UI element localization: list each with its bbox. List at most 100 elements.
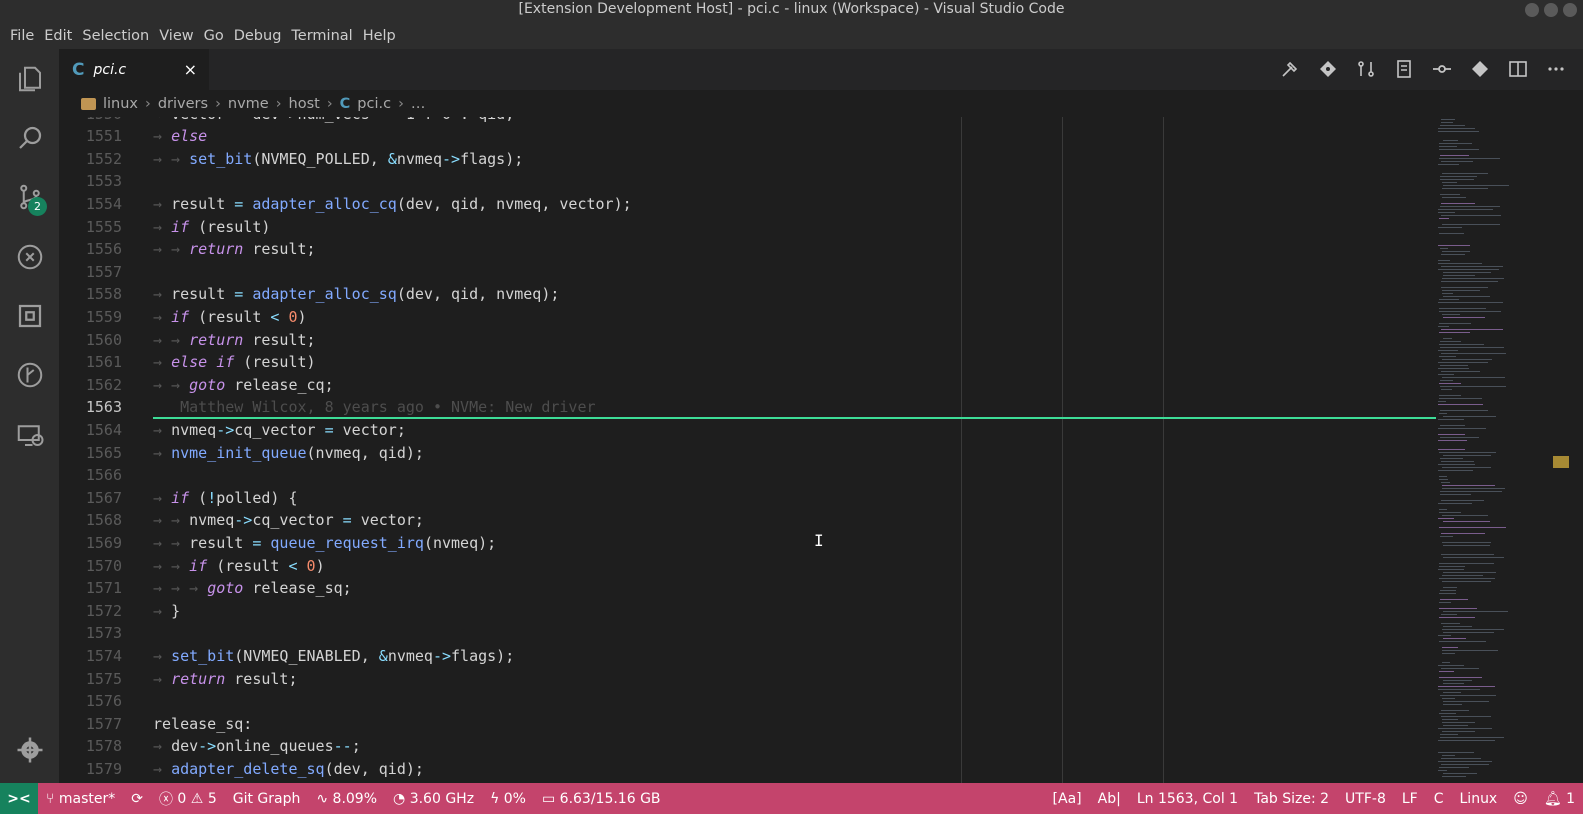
match-word-toggle[interactable]: Ab| bbox=[1090, 791, 1129, 807]
extensions-icon[interactable] bbox=[0, 290, 59, 342]
code-line[interactable]: 1579 → adapter_delete_sq(dev, qid); bbox=[59, 758, 1435, 781]
code-line[interactable]: 1576 bbox=[59, 690, 1435, 713]
minimap-line bbox=[1441, 764, 1489, 765]
code-line[interactable]: 1577 release_sq: bbox=[59, 713, 1435, 736]
minimap-line bbox=[1443, 626, 1472, 627]
minimap-line bbox=[1441, 758, 1481, 759]
search-icon[interactable] bbox=[0, 112, 59, 164]
language-mode[interactable]: C bbox=[1426, 791, 1452, 807]
breadcrumb-host[interactable]: host bbox=[289, 96, 320, 112]
code-line[interactable]: 1575 → return result; bbox=[59, 668, 1435, 691]
menu-edit[interactable]: Edit bbox=[39, 28, 77, 44]
menu-file[interactable]: File bbox=[5, 28, 39, 44]
code-line[interactable]: 1564 → nvmeq->cq_vector = vector; bbox=[59, 419, 1435, 442]
code-line[interactable]: 1568 → → nvmeq->cq_vector = vector; bbox=[59, 509, 1435, 532]
sync-icon[interactable]: ⟳ bbox=[123, 791, 151, 807]
code-line[interactable]: 1570 → → if (result < 0) bbox=[59, 555, 1435, 578]
git-commit-icon[interactable] bbox=[1432, 59, 1452, 79]
remote-explorer-icon[interactable] bbox=[0, 409, 59, 461]
minimap-line bbox=[1439, 158, 1500, 159]
menu-view[interactable]: View bbox=[154, 28, 198, 44]
code-line[interactable]: 1558 → result = adapter_alloc_sq(dev, qid… bbox=[59, 283, 1435, 306]
code-line[interactable]: 1560 → → return result; bbox=[59, 329, 1435, 352]
code-line[interactable]: 1556 → → return result; bbox=[59, 238, 1435, 261]
code-line[interactable]: 1561 → else if (result) bbox=[59, 351, 1435, 374]
cursor-position[interactable]: Ln 1563, Col 1 bbox=[1129, 791, 1246, 807]
code-line[interactable]: 1551 → else bbox=[59, 125, 1435, 148]
code-line[interactable]: 1563 Matthew Wilcox, 8 years ago • NVMe:… bbox=[59, 396, 1435, 419]
minimap-line bbox=[1439, 218, 1449, 219]
close-window-button[interactable] bbox=[1563, 3, 1577, 17]
more-actions-icon[interactable] bbox=[1546, 59, 1566, 79]
notifications[interactable]: 🔔︎ 1 bbox=[1536, 791, 1583, 807]
breadcrumb-nvme[interactable]: nvme bbox=[228, 96, 269, 112]
git-graph-button[interactable]: Git Graph bbox=[225, 791, 309, 807]
minimap[interactable] bbox=[1436, 117, 1552, 783]
status-bar: >< ⑂ master* ⟳ ⓧ 0 ⚠ 5 Git Graph ∿ 8.09%… bbox=[0, 783, 1583, 814]
breadcrumb-symbol[interactable]: … bbox=[411, 96, 426, 112]
breadcrumb-linux[interactable]: linux bbox=[103, 96, 138, 112]
code-line[interactable]: 1562 → → goto release_cq; bbox=[59, 374, 1435, 397]
tab-size[interactable]: Tab Size: 2 bbox=[1246, 791, 1337, 807]
code-line[interactable]: 1565 → nvme_init_queue(nvmeq, qid); bbox=[59, 442, 1435, 465]
code-line[interactable]: 1578 → dev->online_queues--; bbox=[59, 735, 1435, 758]
minimize-button[interactable] bbox=[1525, 3, 1539, 17]
git-diamond-icon[interactable] bbox=[1318, 59, 1338, 79]
minimap-line bbox=[1440, 437, 1479, 438]
close-icon[interactable]: × bbox=[184, 60, 197, 79]
settings-gear-icon[interactable] bbox=[0, 724, 59, 776]
code-line[interactable]: 1559 → if (result < 0) bbox=[59, 306, 1435, 329]
split-editor-icon[interactable] bbox=[1508, 59, 1528, 79]
code-line[interactable]: 1554 → result = adapter_alloc_cq(dev, qid… bbox=[59, 193, 1435, 216]
code-line[interactable]: 1555 → if (result) bbox=[59, 216, 1435, 239]
code-line[interactable]: 1557 bbox=[59, 261, 1435, 284]
open-preview-icon[interactable] bbox=[1394, 59, 1414, 79]
code-line[interactable]: 1571 → → → goto release_sq; bbox=[59, 577, 1435, 600]
maximize-button[interactable] bbox=[1544, 3, 1558, 17]
problems-indicator[interactable]: ⓧ 0 ⚠ 5 bbox=[151, 789, 225, 809]
minimap-line bbox=[1443, 521, 1490, 522]
git-branch[interactable]: ⑂ master* bbox=[38, 791, 123, 807]
line-number: 1562 bbox=[85, 375, 122, 394]
remote-indicator-icon[interactable]: >< bbox=[0, 783, 38, 814]
code-line[interactable]: 1550 → vector = dev->num_vecs == 1 ? 0 : … bbox=[59, 117, 1435, 125]
feedback-smiley-icon[interactable]: ☺ bbox=[1505, 791, 1536, 807]
scm-badge: 2 bbox=[28, 197, 47, 216]
breadcrumb-file[interactable]: pci.c bbox=[357, 96, 391, 112]
minimap-line bbox=[1443, 680, 1472, 681]
code-line[interactable]: 1567 → if (!polled) { bbox=[59, 487, 1435, 510]
code-line[interactable]: 1574 → set_bit(NVMEQ_ENABLED, &nvmeq->fla… bbox=[59, 645, 1435, 668]
menu-selection[interactable]: Selection bbox=[77, 28, 154, 44]
code-line[interactable]: 1569 → → result = queue_request_irq(nvmeq… bbox=[59, 532, 1435, 555]
platform[interactable]: Linux bbox=[1452, 791, 1506, 807]
tab-pci-c[interactable]: C pci.c × bbox=[59, 49, 209, 90]
debug-icon[interactable] bbox=[0, 231, 59, 283]
minimap-line bbox=[1442, 173, 1488, 174]
code-line[interactable]: 1566 bbox=[59, 464, 1435, 487]
match-case-toggle[interactable]: [Aa] bbox=[1045, 791, 1090, 807]
code-line[interactable]: 1573 bbox=[59, 622, 1435, 645]
code-line[interactable]: 1552 → → set_bit(NVMEQ_POLLED, &nvmeq->fl… bbox=[59, 148, 1435, 171]
menu-go[interactable]: Go bbox=[199, 28, 229, 44]
git-branch-icon[interactable] bbox=[1470, 59, 1490, 79]
explorer-icon[interactable] bbox=[0, 53, 59, 105]
menu-terminal[interactable]: Terminal bbox=[286, 28, 357, 44]
code-line[interactable]: 1553 bbox=[59, 170, 1435, 193]
end-of-line[interactable]: LF bbox=[1394, 791, 1426, 807]
source-control-icon[interactable] bbox=[0, 171, 59, 223]
git-history-icon[interactable] bbox=[0, 349, 59, 401]
minimap-line bbox=[1439, 512, 1461, 513]
compare-changes-icon[interactable] bbox=[1356, 59, 1376, 79]
encoding[interactable]: UTF-8 bbox=[1337, 791, 1394, 807]
code-editor[interactable]: 1550 → vector = dev->num_vecs == 1 ? 0 : … bbox=[59, 117, 1583, 783]
code-text: → → goto release_cq; bbox=[153, 375, 334, 394]
breadcrumb-drivers[interactable]: drivers bbox=[158, 96, 208, 112]
line-number: 1572 bbox=[85, 601, 122, 620]
menu-debug[interactable]: Debug bbox=[229, 28, 287, 44]
hammer-icon[interactable] bbox=[1280, 59, 1300, 79]
minimap-line bbox=[1443, 704, 1462, 705]
minimap-line bbox=[1439, 299, 1459, 300]
code-line[interactable]: 1572 → } bbox=[59, 600, 1435, 623]
menu-help[interactable]: Help bbox=[358, 28, 401, 44]
minimap-line bbox=[1442, 731, 1475, 732]
